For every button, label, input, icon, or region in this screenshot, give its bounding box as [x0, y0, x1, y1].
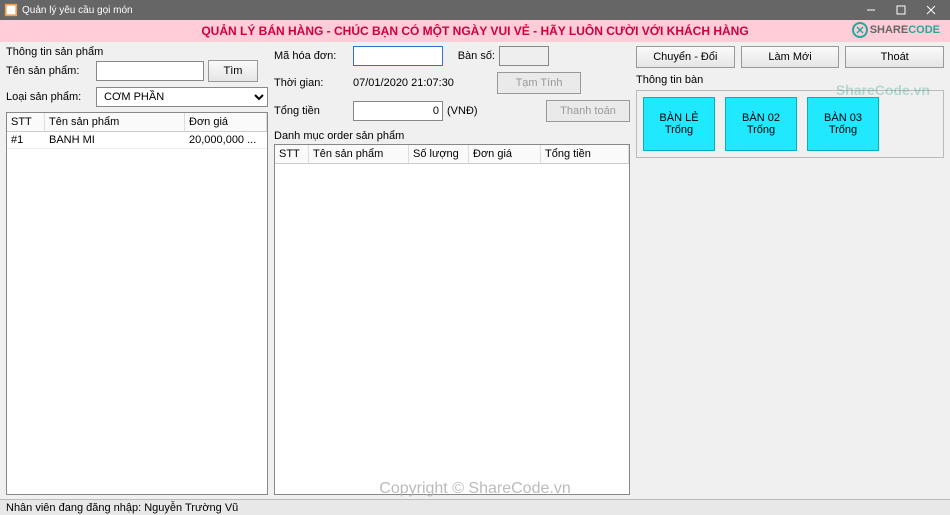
minimize-button[interactable]	[856, 0, 886, 20]
sharecode-logo: SHARECODE	[852, 22, 940, 38]
lammoi-button[interactable]: Làm Mới	[741, 46, 840, 68]
table-card[interactable]: BÀN 03 Trống	[807, 97, 879, 151]
vnd-label: (VNĐ)	[447, 105, 478, 117]
banner: QUẢN LÝ BÁN HÀNG - CHÚC BẠN CÓ MỘT NGÀY …	[0, 20, 950, 42]
time-label: Thời gian:	[274, 77, 349, 89]
product-type-select[interactable]: CƠM PHẦN	[96, 87, 268, 107]
col-don: Đơn giá	[185, 113, 267, 131]
banner-message: QUẢN LÝ BÁN HÀNG - CHÚC BẠN CÓ MỘT NGÀY …	[201, 24, 748, 38]
invoice-id-label: Mã hóa đơn:	[274, 50, 349, 62]
close-button[interactable]	[916, 0, 946, 20]
right-panel: Chuyển - Đổi Làm Mới Thoát Thông tin bàn…	[636, 46, 944, 495]
col-tong: Tổng tiền	[541, 145, 629, 163]
find-button[interactable]: Tìm	[208, 60, 258, 82]
table-no-label: Bàn số:	[447, 50, 495, 62]
total-input[interactable]	[353, 101, 443, 121]
status-bar: Nhân viên đang đăng nhập: Nguyễn Trường …	[0, 499, 950, 515]
order-list-title: Danh mục order sản phẩm	[274, 130, 630, 142]
product-name-label: Tên sản phẩm:	[6, 65, 92, 77]
col-stt: STT	[7, 113, 45, 131]
invoice-panel: Mã hóa đơn: Bàn số: Thời gian: 07/01/202…	[274, 46, 630, 495]
col-ten2: Tên sản phẩm	[309, 145, 409, 163]
col-ten: Tên sản phẩm	[45, 113, 185, 131]
product-grid[interactable]: STT Tên sản phẩm Đơn giá #1 BANH MI 20,0…	[6, 112, 268, 495]
tamtinh-button: Tạm Tính	[497, 72, 581, 94]
product-info-title: Thông tin sản phẩm	[6, 46, 268, 58]
table-card[interactable]: BÀN 02 Trống	[725, 97, 797, 151]
col-dg: Đơn giá	[469, 145, 541, 163]
logged-user: Nhân viên đang đăng nhập: Nguyễn Trường …	[6, 502, 238, 514]
product-info-panel: Thông tin sản phẩm Tên sản phẩm: Tìm Loạ…	[6, 46, 268, 495]
invoice-id-input[interactable]	[353, 46, 443, 66]
thanhtoan-button: Thanh toán	[546, 100, 630, 122]
chuyen-button[interactable]: Chuyển - Đổi	[636, 46, 735, 68]
table-no-input[interactable]	[499, 46, 549, 66]
thoat-button[interactable]: Thoát	[845, 46, 944, 68]
app-icon	[4, 3, 18, 17]
product-name-input[interactable]	[96, 61, 204, 81]
table-list: BÀN LẺ Trống BÀN 02 Trống BÀN 03 Trống	[636, 90, 944, 158]
titlebar: Quản lý yêu cầu gọi món	[0, 0, 950, 20]
table-card[interactable]: BÀN LẺ Trống	[643, 97, 715, 151]
maximize-button[interactable]	[886, 0, 916, 20]
time-value: 07/01/2020 21:07:30	[353, 77, 493, 89]
col-sl: Số lượng	[409, 145, 469, 163]
product-type-label: Loại sản phẩm:	[6, 91, 92, 103]
total-label: Tổng tiền	[274, 105, 349, 117]
title-text: Quản lý yêu cầu gọi món	[22, 5, 856, 16]
table-row[interactable]: #1 BANH MI 20,000,000 ...	[7, 132, 267, 149]
col-stt2: STT	[275, 145, 309, 163]
table-info-title: Thông tin bàn	[636, 74, 944, 86]
order-grid[interactable]: STT Tên sản phẩm Số lượng Đơn giá Tổng t…	[274, 144, 630, 495]
